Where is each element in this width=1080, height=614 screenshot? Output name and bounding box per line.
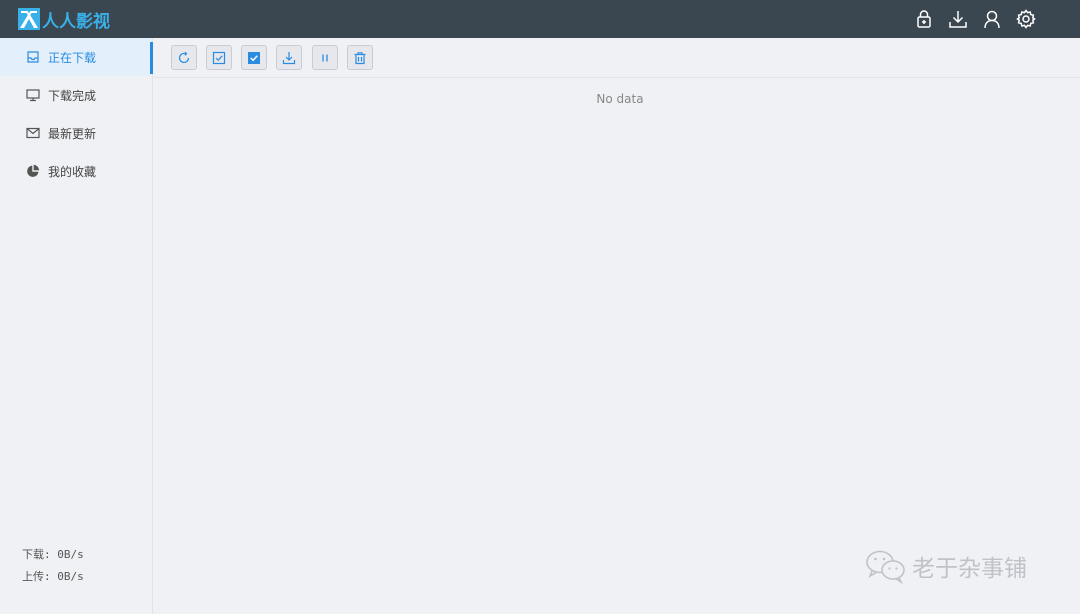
sidebar-item-latest-updates[interactable]: 最新更新 [0,114,152,152]
mail-icon [25,126,40,141]
pie-chart-icon [25,164,40,179]
select-button[interactable] [206,45,232,70]
wechat-icon [866,550,905,584]
upload-speed: 上传: 0B/s [22,570,84,583]
user-icon[interactable] [980,7,1004,31]
select-all-button[interactable] [241,45,267,70]
check-square-filled-icon [248,51,260,64]
download-speed: 下载: 0B/s [22,548,84,561]
check-square-outline-icon [212,51,226,64]
sidebar-item-label: 下载完成 [48,88,97,103]
sidebar-item-completed[interactable]: 下载完成 [0,76,152,114]
download-icon[interactable] [946,7,970,31]
sidebar-item-label: 正在下载 [48,50,97,65]
logo-text: 人人影视 [42,11,110,32]
download-list: No data [154,79,1080,614]
start-download-button[interactable] [276,45,302,70]
download-icon [282,51,296,64]
sidebar-item-favorites[interactable]: 我的收藏 [0,152,152,190]
monitor-icon [25,88,40,103]
sidebar-item-label: 最新更新 [48,126,97,141]
pause-button[interactable] [312,45,338,70]
watermark-text: 老于杂事铺 [912,556,1027,582]
sidebar-item-label: 我的收藏 [48,164,97,179]
sidebar: 正在下载 下载完成 最新更新 我的收藏 下载: 0B/s 上传: 0B/s [0,38,153,614]
app-logo[interactable]: 人人影视 [18,7,110,32]
transfer-speeds: 下载: 0B/s 上传: 0B/s [22,544,84,588]
trash-icon [354,51,366,64]
sidebar-item-downloading[interactable]: 正在下载 [0,38,153,76]
top-bar: 人人影视 [0,0,1080,38]
toolbar [154,38,1080,78]
refresh-button[interactable] [171,45,197,70]
refresh-icon [178,51,190,63]
logo-mark-icon [18,8,40,30]
settings-icon[interactable] [1014,7,1038,31]
lock-icon[interactable] [912,7,936,31]
pause-icon [322,54,328,61]
delete-button[interactable] [347,45,373,70]
inbox-icon [25,50,40,65]
watermark: 老于杂事铺 [864,548,1027,584]
empty-state-text: No data [596,92,644,106]
